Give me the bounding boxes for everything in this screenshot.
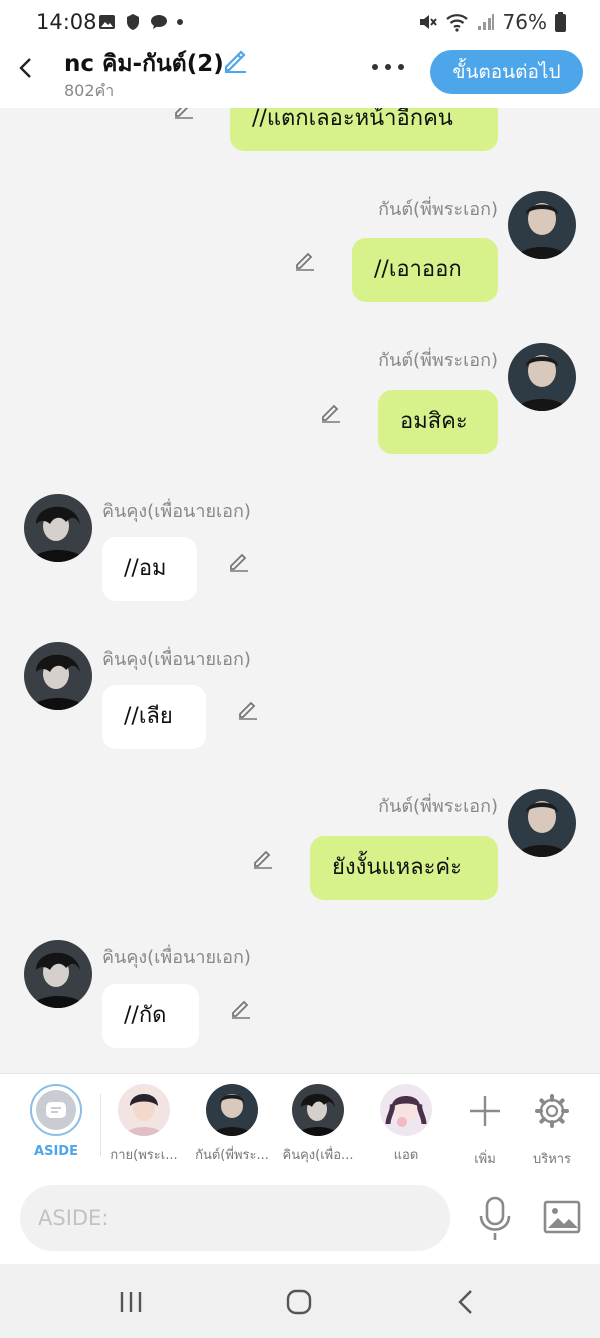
back-nav-icon[interactable] [456, 1289, 476, 1315]
chat-area: //แตกเลอะหน้าอีกคน กันต์(พี่พระเอก) //เอ… [0, 108, 600, 1073]
aside-icon [36, 1090, 76, 1130]
edit-message-icon[interactable] [293, 248, 317, 272]
shield-icon [127, 14, 139, 30]
character-ad[interactable]: แอด [366, 1084, 446, 1165]
home-icon[interactable] [286, 1289, 312, 1315]
edit-message-icon[interactable] [172, 108, 196, 120]
character-kin[interactable]: คินคุง(เพื่อ... [278, 1084, 358, 1165]
character-aside[interactable]: ASIDE [16, 1084, 96, 1159]
edit-title-icon[interactable] [222, 48, 248, 74]
character-guy[interactable]: กาย(พระเ... [104, 1084, 184, 1165]
back-arrow-icon[interactable] [14, 56, 38, 80]
page-title: nc คิม-กันต์(2) [64, 51, 224, 77]
message-bubble[interactable]: //อม [102, 537, 197, 601]
avatar-kin [292, 1084, 344, 1136]
edit-message-icon[interactable] [251, 846, 275, 870]
chat-header: nc คิม-กันต์(2) 802คำ ขั้นตอนต่อไป [0, 46, 600, 108]
avatar-kin[interactable] [24, 940, 92, 1008]
sender-name: กันต์(พี่พระเอก) [378, 199, 498, 220]
battery-percent: 76% [502, 10, 547, 34]
battery-icon [555, 12, 566, 32]
message-bubble[interactable]: ยังงั้นแหละค่ะ [310, 836, 498, 900]
next-step-button[interactable]: ขั้นตอนต่อไป [430, 50, 583, 94]
message-bubble[interactable]: //เลีย [102, 685, 206, 749]
status-time: 14:08 [36, 10, 97, 34]
character-selector: ASIDE กาย(พระเ... กันต์(พี่พระ... คินคุง… [0, 1073, 600, 1174]
message-input[interactable] [20, 1185, 450, 1251]
sender-name: กันต์(พี่พระเอก) [378, 350, 498, 371]
signal-icon [477, 14, 494, 30]
status-bar: 14:08 76% [0, 0, 600, 46]
avatar-kan[interactable] [508, 343, 576, 411]
message-bubble[interactable]: อมสิคะ [378, 390, 498, 454]
gear-icon [535, 1094, 569, 1128]
chat-icon [151, 15, 167, 29]
mute-icon [419, 15, 437, 29]
avatar-kan [206, 1084, 258, 1136]
image-icon[interactable] [543, 1200, 581, 1234]
message-bubble[interactable]: //เอาออก [352, 238, 498, 302]
word-count: 802คำ [64, 81, 115, 100]
message-bubble[interactable]: //กัด [102, 984, 199, 1048]
edit-message-icon[interactable] [319, 400, 343, 424]
sender-name: คินคุง(เพื่อนายเอก) [102, 501, 251, 522]
dot-icon [177, 19, 183, 25]
input-bar [0, 1174, 600, 1264]
message-bubble[interactable]: //แตกเลอะหน้าอีกคน [230, 108, 498, 151]
manage-button[interactable]: บริหาร [512, 1084, 592, 1169]
sender-name: คินคุง(เพื่อนายเอก) [102, 649, 251, 670]
avatar-kan[interactable] [508, 789, 576, 857]
more-options-icon[interactable] [372, 64, 404, 70]
character-kan[interactable]: กันต์(พี่พระ... [192, 1084, 272, 1165]
wifi-icon [445, 14, 468, 32]
microphone-icon[interactable] [478, 1196, 512, 1242]
sender-name: กันต์(พี่พระเอก) [378, 796, 498, 817]
edit-message-icon[interactable] [227, 549, 251, 573]
avatar-kin[interactable] [24, 642, 92, 710]
avatar-guy [118, 1084, 170, 1136]
avatar-kan[interactable] [508, 191, 576, 259]
system-nav-bar [0, 1264, 600, 1338]
sender-name: คินคุง(เพื่อนายเอก) [102, 947, 251, 968]
recent-apps-icon[interactable] [119, 1290, 143, 1314]
avatar-ad [380, 1084, 432, 1136]
avatar-kin[interactable] [24, 494, 92, 562]
plus-icon [470, 1096, 500, 1126]
edit-message-icon[interactable] [236, 697, 260, 721]
gallery-icon [99, 15, 115, 29]
edit-message-icon[interactable] [229, 996, 253, 1020]
